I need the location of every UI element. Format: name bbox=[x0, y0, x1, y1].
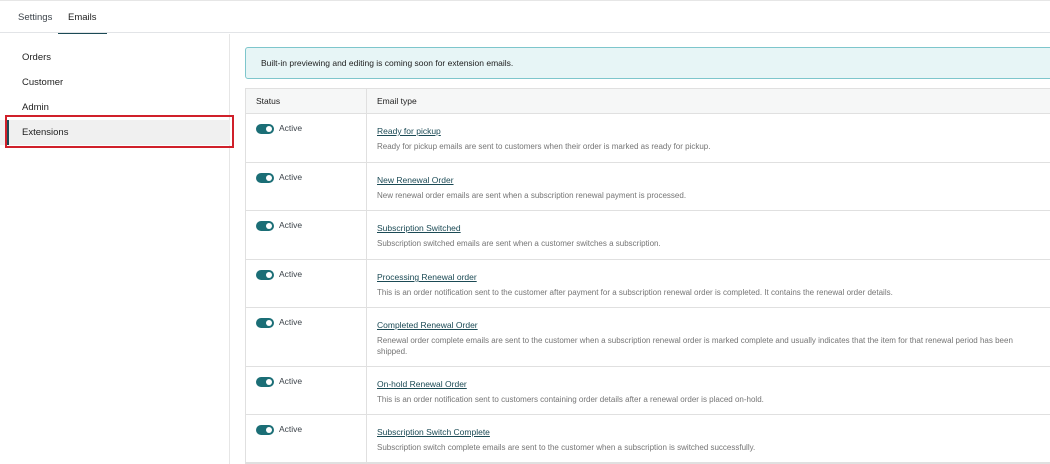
toggle-knob bbox=[266, 175, 272, 181]
email-type-link[interactable]: On-hold Renewal Order bbox=[377, 379, 467, 389]
sidebar-item-customer[interactable]: Customer bbox=[0, 70, 230, 95]
table-row: Active Subscription Switched Subscriptio… bbox=[246, 211, 1050, 260]
email-type-description: Subscription switched emails are sent wh… bbox=[377, 239, 661, 248]
info-notice: Built-in previewing and editing is comin… bbox=[245, 47, 1050, 79]
status-label: Active bbox=[279, 220, 303, 230]
header-status: Status bbox=[246, 89, 367, 114]
email-type-description: Ready for pickup emails are sent to cust… bbox=[377, 142, 711, 151]
email-type-link[interactable]: Processing Renewal order bbox=[377, 272, 477, 282]
tab-emails[interactable]: Emails bbox=[58, 1, 107, 35]
toggle-knob bbox=[266, 379, 272, 385]
status-toggle[interactable] bbox=[256, 377, 274, 387]
email-type-link[interactable]: Subscription Switched bbox=[377, 223, 461, 233]
status-toggle[interactable] bbox=[256, 173, 274, 183]
email-type-cell: Subscription Switched Subscription switc… bbox=[367, 211, 1050, 250]
email-type-cell: On-hold Renewal Order This is an order n… bbox=[367, 367, 1050, 406]
tab-settings[interactable]: Settings bbox=[16, 1, 54, 34]
status-cell: Active bbox=[246, 260, 367, 307]
table-row: Active New Renewal Order New renewal ord… bbox=[246, 163, 1050, 211]
sidebar-item-admin[interactable]: Admin bbox=[0, 95, 230, 120]
tab-bar: Settings Emails bbox=[0, 0, 1050, 35]
status-cell: Active bbox=[246, 114, 367, 162]
table-row: Active Completed Renewal Order Renewal o… bbox=[246, 308, 1050, 367]
status-label: Active bbox=[279, 172, 303, 182]
email-type-description: Renewal order complete emails are sent t… bbox=[377, 336, 1013, 356]
email-type-cell: New Renewal Order New renewal order emai… bbox=[367, 163, 1050, 202]
header-email-type: Email type bbox=[377, 96, 417, 106]
status-cell: Active bbox=[246, 308, 367, 366]
status-label: Active bbox=[279, 269, 303, 279]
email-type-cell: Subscription Switch Complete Subscriptio… bbox=[367, 415, 1050, 454]
sidebar-item-orders[interactable]: Orders bbox=[0, 45, 230, 70]
email-type-cell: Ready for pickup Ready for pickup emails… bbox=[367, 114, 1050, 153]
table-row: Active Subscription Switch Complete Subs… bbox=[246, 415, 1050, 463]
email-types-table: Status Email type Active Ready for picku… bbox=[245, 88, 1050, 464]
status-toggle[interactable] bbox=[256, 221, 274, 231]
status-cell: Active bbox=[246, 211, 367, 259]
status-toggle[interactable] bbox=[256, 124, 274, 134]
toggle-knob bbox=[266, 126, 272, 132]
table-row: Active Ready for pickup Ready for pickup… bbox=[246, 114, 1050, 163]
sidebar-item-extensions[interactable]: Extensions bbox=[0, 120, 230, 145]
email-type-description: New renewal order emails are sent when a… bbox=[377, 191, 687, 200]
status-label: Active bbox=[279, 317, 303, 327]
toggle-knob bbox=[266, 320, 272, 326]
status-label: Active bbox=[279, 376, 303, 386]
email-type-link[interactable]: Completed Renewal Order bbox=[377, 320, 478, 330]
email-type-description: This is an order notification sent to th… bbox=[377, 288, 893, 297]
status-label: Active bbox=[279, 424, 303, 434]
table-row: Active On-hold Renewal Order This is an … bbox=[246, 367, 1050, 415]
status-toggle[interactable] bbox=[256, 270, 274, 280]
email-type-description: This is an order notification sent to cu… bbox=[377, 395, 764, 404]
status-cell: Active bbox=[246, 367, 367, 414]
toggle-knob bbox=[266, 427, 272, 433]
email-type-description: Subscription switch complete emails are … bbox=[377, 443, 756, 452]
status-toggle[interactable] bbox=[256, 318, 274, 328]
email-type-cell: Processing Renewal order This is an orde… bbox=[367, 260, 1050, 299]
toggle-knob bbox=[266, 272, 272, 278]
email-type-cell: Completed Renewal Order Renewal order co… bbox=[367, 308, 1050, 357]
status-cell: Active bbox=[246, 415, 367, 462]
table-header: Status Email type bbox=[246, 89, 1050, 114]
status-label: Active bbox=[279, 123, 303, 133]
status-toggle[interactable] bbox=[256, 425, 274, 435]
sidebar: Orders Customer Admin Extensions bbox=[0, 34, 230, 464]
status-cell: Active bbox=[246, 163, 367, 210]
email-type-link[interactable]: New Renewal Order bbox=[377, 175, 454, 185]
toggle-knob bbox=[266, 223, 272, 229]
email-type-link[interactable]: Ready for pickup bbox=[377, 126, 441, 136]
table-row: Active Processing Renewal order This is … bbox=[246, 260, 1050, 308]
email-type-link[interactable]: Subscription Switch Complete bbox=[377, 427, 490, 437]
